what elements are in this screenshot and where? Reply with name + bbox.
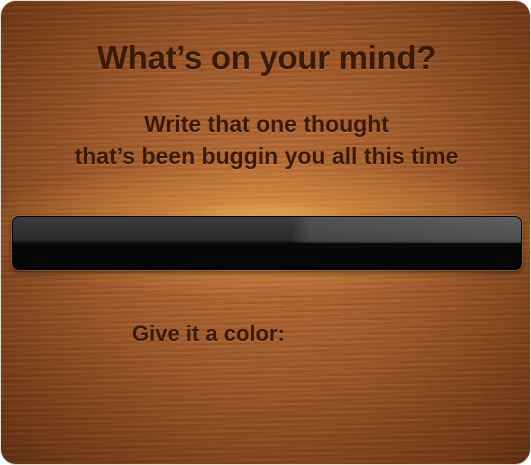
wood-panel: What’s on your mind? Write that one thou… (0, 0, 531, 465)
thought-input[interactable] (23, 217, 507, 269)
thought-field[interactable] (12, 216, 522, 270)
subtitle-line-1: Write that one thought (144, 111, 389, 137)
page-title: What’s on your mind? (96, 39, 437, 76)
color-label: Give it a color: (132, 321, 285, 346)
subtitle-line-2: that’s been buggin you all this time (74, 143, 459, 169)
